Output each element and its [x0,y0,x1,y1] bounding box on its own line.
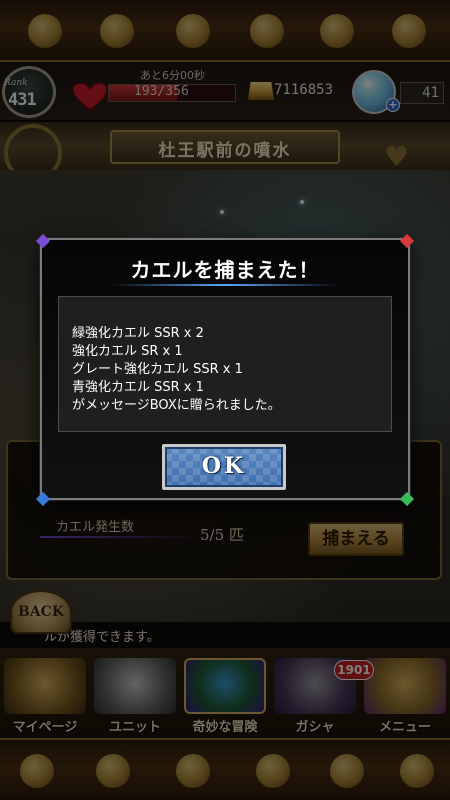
ok-button-label[interactable]: OK [162,453,286,479]
reward-line: 青強化カエル SSR x 1 [72,380,204,395]
dialog-title: カエルを捕まえた！ [130,258,320,282]
reward-line: 緑強化カエル SSR x 2 [72,326,204,341]
reward-line: グレート強化カエル SSR x 1 [72,362,243,377]
reward-line: 強化カエル SR x 1 [72,344,183,359]
reward-line: がメッセージBOXに贈られました。 [72,398,281,413]
title-underline [112,284,338,286]
